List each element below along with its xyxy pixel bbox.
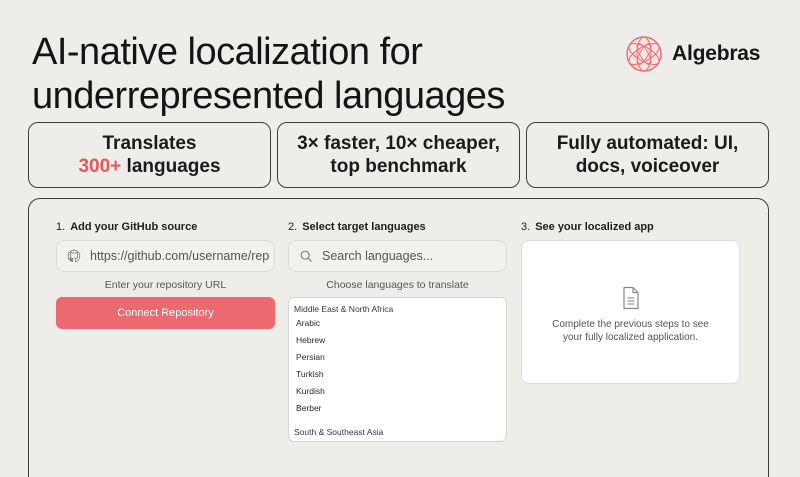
language-option-turkish[interactable]: Turkish bbox=[289, 366, 506, 383]
feature-accent: 300+ bbox=[78, 156, 122, 177]
brand[interactable]: Algebras bbox=[624, 34, 760, 74]
workflow-panel: 1. Add your GitHub source Enter your repo… bbox=[28, 198, 769, 477]
feature-line-rest: languages bbox=[121, 156, 221, 177]
headline-line-2: underrepresented languages bbox=[32, 75, 505, 117]
feature-card-languages: Translates 300+ languages bbox=[28, 122, 271, 188]
feature-line: 3× faster, 10× cheaper, bbox=[297, 133, 500, 154]
language-option-kurdish[interactable]: Kurdish bbox=[289, 383, 506, 400]
preview-message: Complete the previous steps to see your … bbox=[552, 319, 709, 343]
feature-card-speed: 3× faster, 10× cheaper, top benchmark bbox=[277, 122, 520, 188]
feature-card-automation: Fully automated: UI, docs, voiceover bbox=[526, 122, 769, 188]
feature-line: 300+ languages bbox=[78, 155, 220, 178]
headline-line-1: AI-native localization for bbox=[32, 31, 423, 73]
language-search-input[interactable] bbox=[322, 249, 502, 263]
feature-line: top benchmark bbox=[330, 156, 467, 177]
language-hint: Choose languages to translate bbox=[326, 279, 469, 291]
step-3-title: 3. See your localized app bbox=[521, 221, 654, 233]
github-url-input[interactable] bbox=[90, 249, 270, 263]
step-1-title: 1. Add your GitHub source bbox=[56, 221, 197, 233]
localized-app-preview: Complete the previous steps to see your … bbox=[521, 240, 740, 384]
step-title-text: Select target languages bbox=[302, 221, 426, 233]
search-icon bbox=[300, 250, 312, 262]
headline: AI-native localization for underrepresen… bbox=[32, 30, 505, 118]
feature-cards: Translates 300+ languages 3× faster, 10×… bbox=[28, 122, 769, 188]
github-icon bbox=[67, 249, 81, 263]
step-number: 1. bbox=[56, 221, 66, 233]
step-number: 3. bbox=[521, 221, 531, 233]
language-search-field[interactable] bbox=[288, 240, 507, 272]
language-option-hebrew[interactable]: Hebrew bbox=[289, 332, 506, 349]
feature-line: Fully automated: UI, bbox=[556, 133, 739, 154]
language-option-arabic[interactable]: Arabic bbox=[289, 315, 506, 332]
language-option-berber[interactable]: Berber bbox=[289, 400, 506, 417]
document-icon bbox=[622, 286, 639, 310]
github-url-field[interactable] bbox=[56, 240, 275, 272]
language-group-header: South & Southeast Asia bbox=[294, 427, 384, 437]
step-2-title: 2. Select target languages bbox=[288, 221, 426, 233]
language-option-persian[interactable]: Persian bbox=[289, 349, 506, 366]
github-url-hint: Enter your repository URL bbox=[104, 279, 227, 291]
step-title-text: See your localized app bbox=[535, 221, 654, 233]
step-title-text: Add your GitHub source bbox=[70, 221, 198, 233]
feature-line: Translates bbox=[102, 133, 197, 154]
language-list[interactable]: Middle East & North Africa Arabic Hebrew… bbox=[288, 297, 507, 442]
language-group-header: Middle East & North Africa bbox=[294, 304, 394, 314]
step-number: 2. bbox=[288, 221, 298, 233]
brand-name: Algebras bbox=[672, 42, 761, 65]
algebras-logo-icon bbox=[626, 36, 662, 72]
connect-repository-button[interactable]: Connect Repository bbox=[56, 297, 275, 329]
feature-line: docs, voiceover bbox=[575, 156, 720, 177]
